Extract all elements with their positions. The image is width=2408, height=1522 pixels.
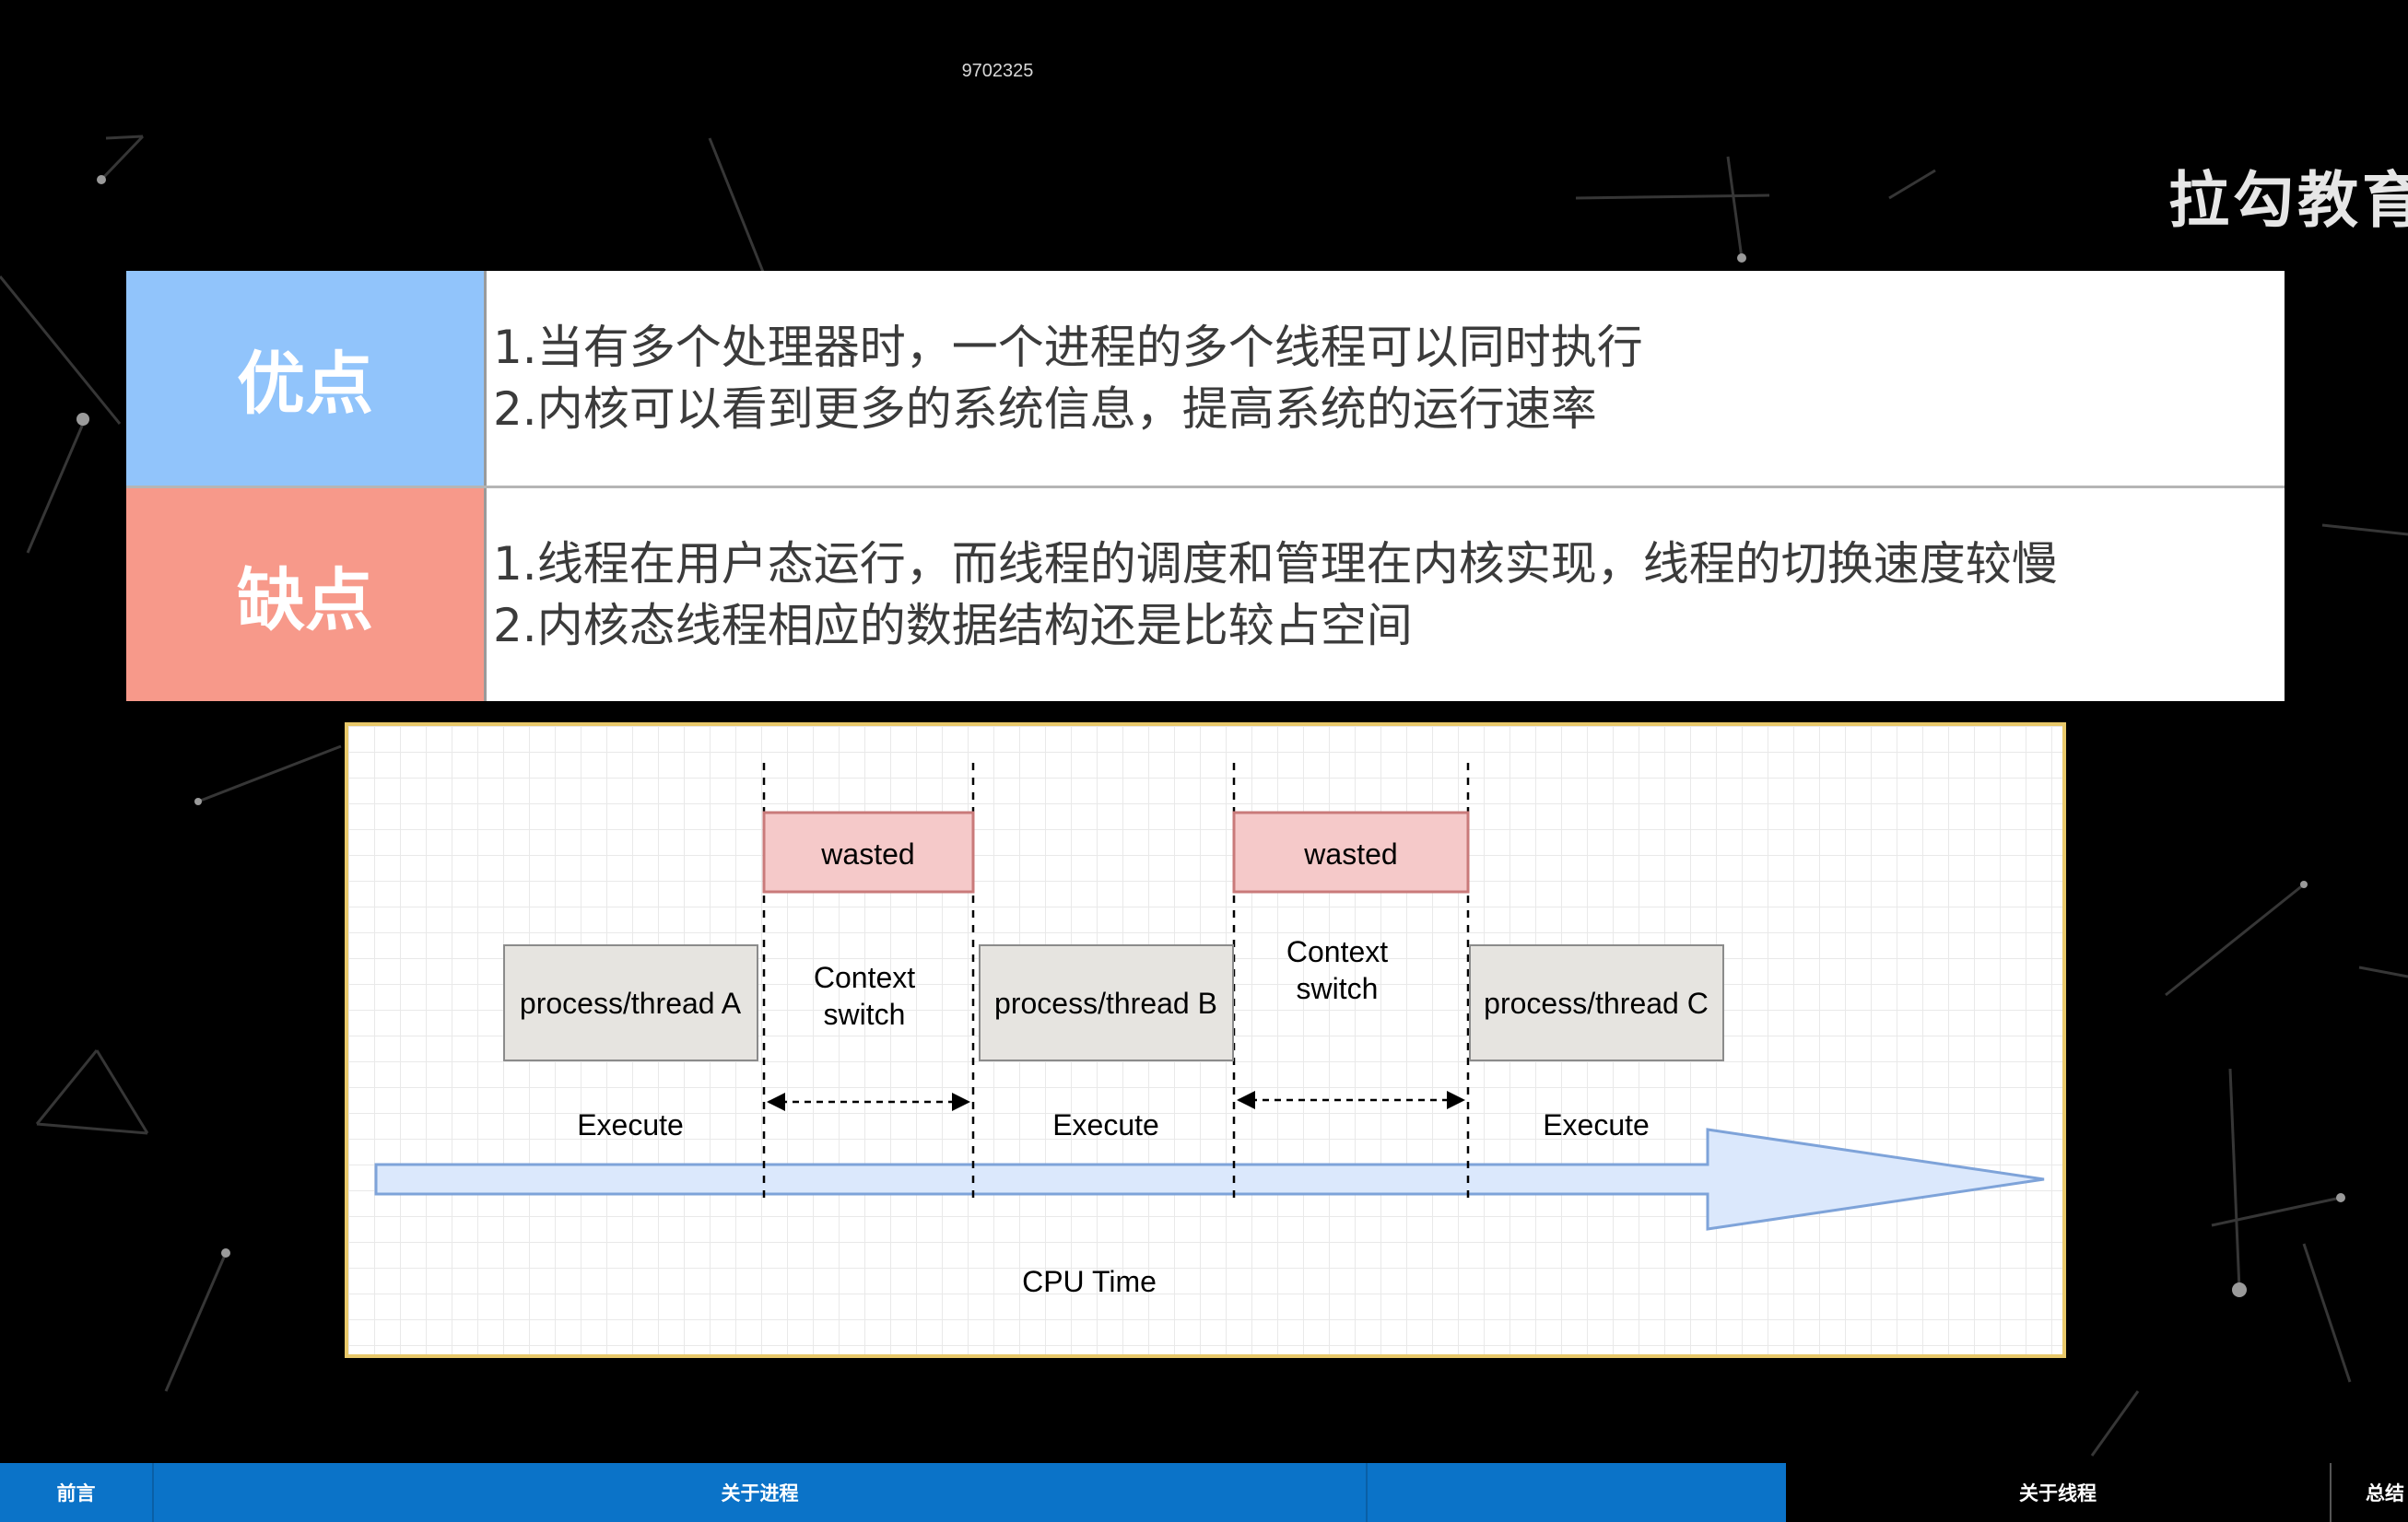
wasted-label: wasted [1303,837,1397,871]
diagram-canvas: wasted wasted process/thread A process/t… [374,763,2045,1298]
pros-text: 1.当有多个处理器时，一个进程的多个线程可以同时执行 2.内核可以看到更多的系统… [493,317,1643,440]
pros-line-2: 2.内核可以看到更多的系统信息，提高系统的运行速率 [493,381,1597,436]
pros-row: 优点 1.当有多个处理器时，一个进程的多个线程可以同时执行 2.内核可以看到更多… [126,271,2285,486]
cons-row: 缺点 1.线程在用户态运行，而线程的调度和管理在内核实现，线程的切换速度较慢 2… [126,486,2285,701]
pros-cons-table: 优点 1.当有多个处理器时，一个进程的多个线程可以同时执行 2.内核可以看到更多… [126,271,2285,701]
context-switch-diagram: wasted wasted process/thread A process/t… [345,722,2066,1358]
nav-item-preface[interactable]: 前言 [0,1463,152,1522]
nav-segment-blank[interactable] [1368,1463,1786,1522]
column-separator [484,271,487,486]
execute-label: Execute [577,1108,684,1142]
context-switch-label: Context [1286,935,1388,968]
execute-label: Execute [1052,1108,1159,1142]
brand-logo: 拉勾教育 [2168,165,2408,236]
cons-label: 缺点 [126,488,484,701]
cons-line-1: 1.线程在用户态运行，而线程的调度和管理在内核实现，线程的切换速度较慢 [493,536,2058,591]
nav-item-process[interactable]: 关于进程 [154,1463,1366,1522]
pros-label: 优点 [126,271,484,486]
cpu-time-label: CPU Time [1022,1265,1157,1298]
chapter-nav-bar: 前言 关于进程 关于线程 总结 [0,1463,2408,1522]
cons-text: 1.线程在用户态运行，而线程的调度和管理在内核实现，线程的切换速度较慢 2.内核… [493,533,2058,657]
context-switch-label: switch [1297,972,1379,1005]
cpu-time-arrow [374,1128,2045,1231]
nav-item-thread[interactable]: 关于线程 [1786,1463,2330,1522]
process-label: process/thread C [1484,987,1709,1020]
column-separator [484,488,487,701]
cons-line-2: 2.内核态线程相应的数据结构还是比较占空间 [493,598,1413,652]
process-label: process/thread A [520,987,742,1020]
context-switch-label: Context [814,961,915,994]
execute-label: Execute [1543,1108,1650,1142]
pros-line-1: 1.当有多个处理器时，一个进程的多个线程可以同时执行 [493,320,1643,374]
watermark-id: 9702325 [961,61,1034,81]
process-label: process/thread B [994,987,1217,1020]
wasted-label: wasted [820,837,914,871]
context-switch-label: switch [824,998,906,1031]
nav-item-summary[interactable]: 总结 [2332,1463,2408,1522]
